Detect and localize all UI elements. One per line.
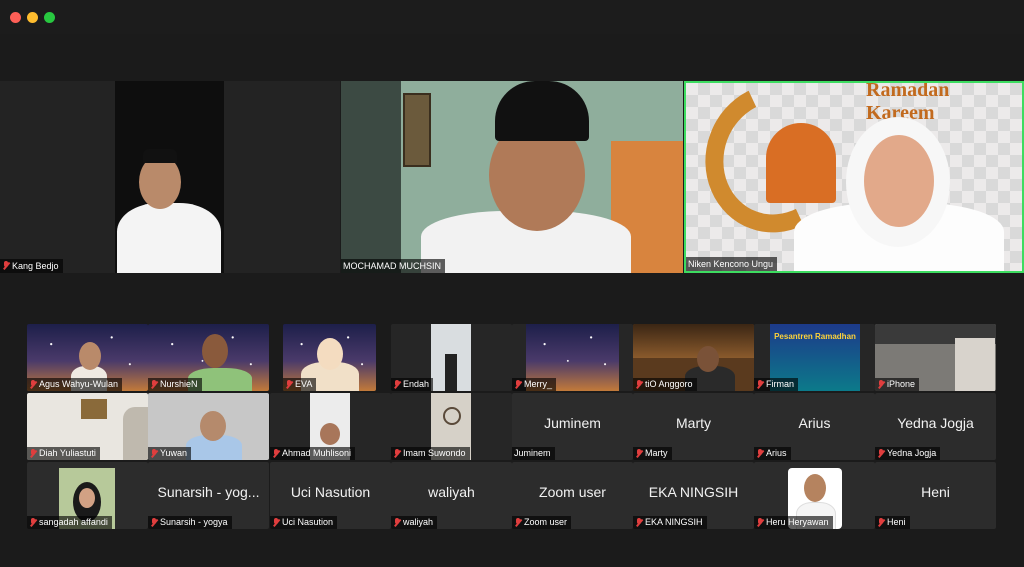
muted-mic-icon (285, 379, 293, 390)
muted-mic-icon (2, 261, 10, 271)
gallery-tile-imam[interactable]: Imam Suwondo (391, 393, 512, 460)
muted-mic-icon (756, 379, 764, 390)
gallery-tile-yuwan[interactable]: Yuwan (148, 393, 269, 460)
mosque-dome (766, 123, 836, 203)
participant-video (115, 81, 224, 273)
gallery-tile-eka[interactable]: EKA NINGSIH EKA NINGSIH (633, 462, 754, 529)
close-window-button[interactable] (10, 12, 21, 23)
gallery-tile-juminem[interactable]: Juminem Juminem (512, 393, 633, 460)
speaker-tile-niken[interactable]: Ramadan Kareem Niken Kencono Ungu (684, 81, 1024, 273)
maximize-window-button[interactable] (44, 12, 55, 23)
muted-mic-icon (29, 517, 37, 528)
gallery-tile-sangadah[interactable]: sangadah affandi (27, 462, 148, 529)
gallery-tile-zoom-user[interactable]: Zoom user Zoom user (512, 462, 633, 529)
participant-name-tag: MOCHAMAD MUCHSIN (341, 259, 445, 273)
gallery-tile-ahmad[interactable]: Ahmad Muhlisoni (270, 393, 391, 460)
muted-mic-icon (756, 448, 764, 459)
muted-mic-icon (272, 448, 280, 459)
muted-mic-icon (29, 448, 37, 459)
muted-mic-icon (29, 379, 37, 390)
participant-name: MOCHAMAD MUCHSIN (343, 261, 441, 271)
gallery-tile-arius[interactable]: Arius Arius (754, 393, 875, 460)
muted-mic-icon (635, 517, 643, 528)
gallery-tile-heru[interactable]: Heru Heryawan (754, 462, 875, 529)
gallery-tile-marty[interactable]: Marty Marty (633, 393, 754, 460)
gallery-tile-diah[interactable]: Diah Yuliastuti (27, 393, 148, 460)
muted-mic-icon (756, 517, 764, 528)
muted-mic-icon (150, 379, 158, 390)
gallery-tile-endah[interactable]: Endah (391, 324, 512, 391)
muted-mic-icon (272, 517, 280, 528)
gallery-tile-heni[interactable]: Heni Heni (875, 462, 996, 529)
gallery-tile-waliyah[interactable]: waliyah waliyah (391, 462, 512, 529)
gallery-tile-eva[interactable]: EVA (283, 324, 376, 391)
muted-mic-icon (877, 448, 885, 459)
gallery-tile-firman[interactable]: Pesantren Ramadhan Firman (754, 324, 875, 391)
gallery-tile-merry[interactable]: Merry_ (512, 324, 633, 391)
gallery-tile-tio[interactable]: tiO Anggoro (633, 324, 754, 391)
muted-mic-icon (393, 517, 401, 528)
muted-mic-icon (635, 448, 643, 459)
muted-mic-icon (150, 448, 158, 459)
speaker-tile-mochamad-muchsin[interactable]: MOCHAMAD MUCHSIN (341, 81, 683, 273)
gallery-tile-yedna[interactable]: Yedna Jogja Yedna Jogja (875, 393, 996, 460)
participant-name: Niken Kencono Ungu (688, 259, 774, 269)
participant-name-tag: Niken Kencono Ungu (686, 257, 778, 271)
gallery-tile-iphone[interactable]: iPhone (875, 324, 996, 391)
participant-name: Kang Bedjo (12, 261, 59, 271)
window-titlebar (0, 0, 1024, 34)
muted-mic-icon (150, 517, 158, 528)
gallery-tile-nurshien[interactable]: NurshieN (148, 324, 269, 391)
muted-mic-icon (514, 517, 522, 528)
muted-mic-icon (393, 448, 401, 459)
wall-frame (403, 93, 431, 167)
muted-mic-icon (514, 379, 522, 390)
muted-mic-icon (393, 379, 401, 390)
gallery-tile-uci[interactable]: Uci Nasution Uci Nasution (270, 462, 391, 529)
gallery-tile-sunarsih[interactable]: Sunarsih - yog... Sunarsih - yogya (148, 462, 269, 529)
muted-mic-icon (635, 379, 643, 390)
peci-cap (495, 81, 589, 141)
speaker-tile-kang-bedjo[interactable]: Kang Bedjo (0, 81, 340, 273)
gallery-tile-agus[interactable]: Agus Wahyu-Wulan (27, 324, 148, 391)
minimize-window-button[interactable] (27, 12, 38, 23)
muted-mic-icon (877, 379, 885, 390)
muted-mic-icon (877, 517, 885, 528)
participant-name-tag: Kang Bedjo (0, 259, 63, 273)
